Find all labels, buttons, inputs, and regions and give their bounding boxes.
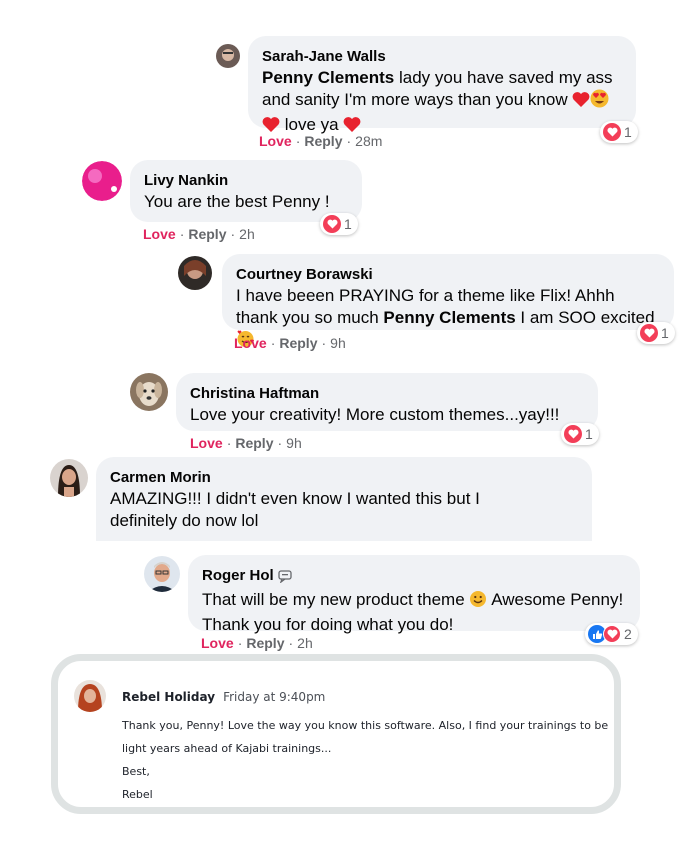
avatar[interactable]	[178, 256, 212, 290]
love-action[interactable]: Love	[190, 435, 223, 451]
mention-link[interactable]: Penny Clements	[383, 308, 515, 327]
comment-bubble: Carmen Morin AMAZING!!! I didn't even kn…	[96, 457, 592, 541]
mention-link[interactable]: Penny Clements	[262, 68, 394, 87]
testimonial-header: Rebel Holiday Friday at 9:40pm	[122, 688, 325, 706]
heart-eyes-emoji-icon	[590, 89, 609, 114]
reaction-badge[interactable]: 2	[585, 623, 638, 645]
reaction-count: 1	[661, 325, 669, 341]
reply-action[interactable]: Reply	[246, 635, 284, 651]
avatar[interactable]	[82, 161, 122, 201]
comment-bubble: Sarah-Jane Walls Penny Clements lady you…	[248, 36, 636, 134]
messenger-icon[interactable]	[278, 569, 292, 589]
reaction-badge[interactable]: 1	[637, 322, 675, 344]
comment-time[interactable]: 9h	[330, 335, 346, 351]
reaction-count: 1	[344, 216, 352, 232]
comment-actions: Love · Reply · 28m	[259, 133, 383, 149]
avatar[interactable]	[216, 44, 240, 68]
comment-author: Roger Hol	[202, 566, 626, 589]
comment-author[interactable]: Christina Haftman	[190, 384, 584, 404]
reply-action[interactable]: Reply	[188, 226, 226, 242]
comment-text: Love your creativity! More custom themes…	[190, 405, 560, 424]
comment-author[interactable]: Courtney Borawski	[236, 265, 660, 285]
love-reaction-icon	[640, 324, 658, 342]
love-action[interactable]: Love	[143, 226, 176, 242]
comment-text: You are the best Penny !	[144, 192, 330, 211]
love-reaction-icon	[564, 425, 582, 443]
testimonial-author[interactable]: Rebel Holiday	[122, 690, 215, 704]
avatar[interactable]	[50, 459, 88, 497]
comment-bubble: Christina Haftman Love your creativity! …	[176, 373, 598, 431]
testimonial-time[interactable]: Friday at 9:40pm	[223, 690, 325, 704]
comment-time[interactable]: 2h	[239, 226, 255, 242]
comment-bubble: Roger Hol That will be my new product th…	[188, 555, 640, 634]
avatar[interactable]	[74, 680, 106, 712]
reaction-badge[interactable]: 1	[561, 423, 599, 445]
comment-text: AMAZING!!! I didn't even know I wanted t…	[110, 489, 480, 530]
comment-text: That will be my new product theme Awesom…	[202, 590, 624, 634]
reaction-count: 2	[624, 626, 632, 642]
comment-author[interactable]: Livy Nankin	[144, 171, 348, 191]
comment-actions: Love · Reply · 9h	[190, 435, 302, 451]
testimonial-card: Rebel Holiday Friday at 9:40pm Thank you,…	[51, 654, 621, 814]
love-action[interactable]: Love	[234, 335, 267, 351]
reaction-count: 1	[585, 426, 593, 442]
reply-action[interactable]: Reply	[235, 435, 273, 451]
reaction-badge[interactable]: 1	[600, 121, 638, 143]
love-reaction-icon	[603, 123, 621, 141]
reaction-badge[interactable]: 1	[320, 213, 358, 235]
comment-time[interactable]: 9h	[286, 435, 302, 451]
comment-actions: Love · Reply · 9h	[234, 335, 346, 351]
love-action[interactable]: Love	[201, 635, 234, 651]
love-action[interactable]: Love	[259, 133, 292, 149]
comment-author[interactable]: Carmen Morin	[110, 468, 578, 488]
comment-time[interactable]: 28m	[355, 133, 382, 149]
smile-emoji-icon	[469, 590, 487, 614]
heart-emoji-icon	[572, 91, 590, 114]
comment-actions: Love · Reply · 2h	[201, 635, 313, 651]
reaction-count: 1	[624, 124, 632, 140]
love-reaction-icon	[323, 215, 341, 233]
comment-text: Penny Clements lady you have saved my as…	[262, 67, 622, 139]
reply-action[interactable]: Reply	[304, 133, 342, 149]
comment-bubble: Courtney Borawski I have beeen PRAYING f…	[222, 254, 674, 347]
love-reaction-icon	[603, 625, 621, 643]
comment-author[interactable]: Sarah-Jane Walls	[262, 47, 622, 67]
avatar[interactable]	[130, 373, 168, 411]
comment-time[interactable]: 2h	[297, 635, 313, 651]
testimonial-text: Thank you, Penny! Love the way you know …	[122, 719, 609, 801]
comment-actions: Love · Reply · 2h	[143, 226, 255, 242]
avatar[interactable]	[144, 556, 180, 592]
reply-action[interactable]: Reply	[279, 335, 317, 351]
